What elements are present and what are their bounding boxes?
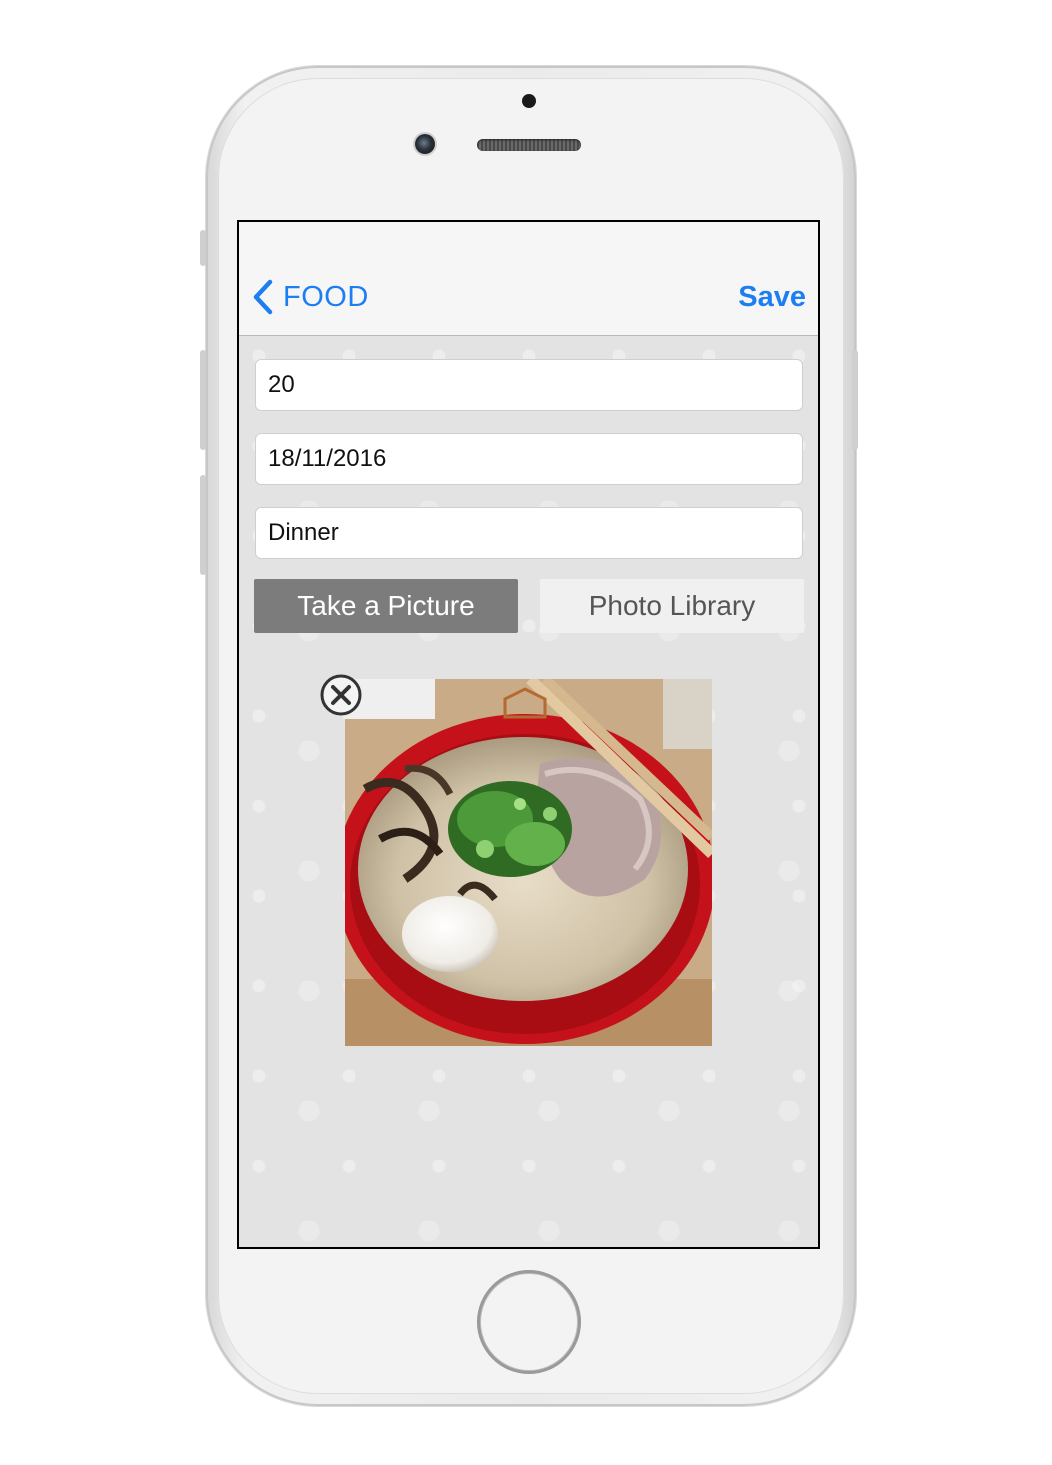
back-button[interactable]: FOOD	[251, 277, 369, 317]
proximity-sensor	[522, 94, 536, 108]
date-field[interactable]	[255, 433, 803, 485]
remove-photo-button[interactable]	[319, 673, 363, 717]
ramen-photo	[345, 679, 712, 1046]
phone-screen: FOOD Save Take a Picture Photo Library	[237, 220, 820, 1249]
green-onions	[448, 781, 572, 877]
volume-down-button	[200, 475, 206, 575]
close-circle-icon	[320, 674, 362, 716]
soft-boiled-egg	[402, 896, 498, 972]
category-field[interactable]	[255, 507, 803, 559]
mute-switch	[200, 230, 206, 266]
back-label: FOOD	[283, 280, 369, 313]
take-picture-button[interactable]: Take a Picture	[254, 579, 518, 633]
earpiece-speaker	[477, 139, 581, 151]
power-button	[852, 350, 858, 450]
amount-field[interactable]	[255, 359, 803, 411]
volume-up-button	[200, 350, 206, 450]
home-button[interactable]	[477, 1270, 581, 1374]
navigation-bar: FOOD Save	[239, 222, 818, 336]
front-camera	[415, 134, 435, 154]
save-button[interactable]: Save	[738, 277, 806, 317]
chevron-left-icon	[253, 279, 273, 315]
photo-library-button[interactable]: Photo Library	[540, 579, 804, 633]
food-photo	[345, 679, 712, 1046]
app-screen: FOOD Save Take a Picture Photo Library	[239, 222, 818, 1247]
